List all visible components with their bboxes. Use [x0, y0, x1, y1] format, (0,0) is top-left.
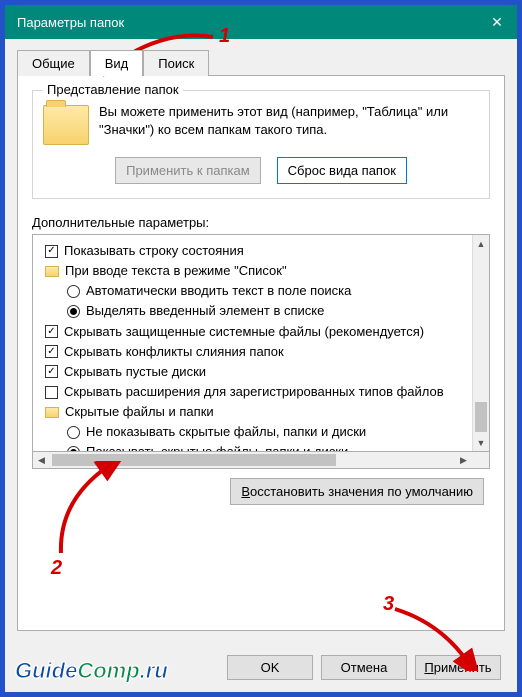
apply-button[interactable]: Применить — [415, 655, 501, 680]
scroll-track[interactable] — [473, 252, 489, 434]
checkbox-icon[interactable] — [45, 365, 58, 378]
radio-icon[interactable] — [67, 305, 80, 318]
horizontal-scrollbar[interactable]: ◀ ▶ — [32, 452, 490, 469]
close-icon[interactable]: ✕ — [489, 14, 505, 31]
checkbox-icon[interactable] — [45, 245, 58, 258]
scroll-track[interactable] — [50, 452, 455, 468]
folder-icon — [43, 105, 89, 145]
opt-status-bar[interactable]: Показывать строку состояния — [37, 241, 468, 261]
scroll-thumb[interactable] — [475, 402, 487, 432]
opt-auto-search[interactable]: Автоматически вводить текст в поле поиск… — [37, 281, 468, 301]
group-legend: Представление папок — [43, 82, 183, 97]
opt-show-hidden[interactable]: Показывать скрытые файлы, папки и диски — [37, 442, 468, 451]
ok-button[interactable]: OK — [227, 655, 313, 680]
group-description: Вы можете применить этот вид (например, … — [99, 103, 479, 145]
opt-hidden-files[interactable]: Скрытые файлы и папки — [37, 402, 468, 422]
radio-icon[interactable] — [67, 285, 80, 298]
restore-defaults-button[interactable]: ВВосстановить значения по умолчаниюосста… — [230, 478, 484, 505]
radio-icon[interactable] — [67, 426, 80, 439]
vertical-scrollbar[interactable]: ▲ ▼ — [472, 235, 489, 451]
folder-views-group: Представление папок Вы можете применить … — [32, 90, 490, 199]
radio-icon[interactable] — [67, 446, 80, 451]
cancel-button[interactable]: Отмена — [321, 655, 407, 680]
tab-general[interactable]: Общие — [17, 50, 90, 76]
watermark-logo: GuideComp.ru — [15, 658, 168, 684]
opt-list-typing[interactable]: При вводе текста в режиме "Список" — [37, 261, 468, 281]
folder-icon — [45, 407, 59, 418]
scroll-corner — [472, 452, 489, 468]
advanced-settings-tree: Показывать строку состояния При вводе те… — [32, 234, 490, 452]
tab-strip: Общие Вид Поиск — [17, 49, 505, 75]
opt-hide-empty[interactable]: Скрывать пустые диски — [37, 362, 468, 382]
opt-select-typed[interactable]: Выделять введенный элемент в списке — [37, 301, 468, 321]
reset-folders-button[interactable]: Сброс вида папок — [277, 157, 407, 184]
scroll-right-icon[interactable]: ▶ — [455, 452, 472, 468]
checkbox-icon[interactable] — [45, 325, 58, 338]
folder-icon — [45, 266, 59, 277]
checkbox-icon[interactable] — [45, 386, 58, 399]
scroll-left-icon[interactable]: ◀ — [33, 452, 50, 468]
dialog-footer: OK Отмена Применить — [227, 655, 501, 680]
checkbox-icon[interactable] — [45, 345, 58, 358]
apply-to-folders-button: Применить к папкам — [115, 157, 261, 184]
tab-search[interactable]: Поиск — [143, 50, 209, 76]
opt-hide-merge[interactable]: Скрывать конфликты слияния папок — [37, 342, 468, 362]
opt-dont-show-hidden[interactable]: Не показывать скрытые файлы, папки и дис… — [37, 422, 468, 442]
opt-hide-protected[interactable]: Скрывать защищенные системные файлы (рек… — [37, 322, 468, 342]
advanced-settings-label: Дополнительные параметры: — [32, 215, 490, 230]
tab-view[interactable]: Вид — [90, 50, 144, 76]
opt-hide-ext[interactable]: Скрывать расширения для зарегистрированн… — [37, 382, 468, 402]
scroll-up-icon[interactable]: ▲ — [473, 235, 489, 252]
tab-panel-view: Представление папок Вы можете применить … — [17, 75, 505, 631]
scroll-thumb[interactable] — [52, 454, 336, 466]
scroll-down-icon[interactable]: ▼ — [473, 434, 489, 451]
window-title: Параметры папок — [17, 15, 489, 30]
